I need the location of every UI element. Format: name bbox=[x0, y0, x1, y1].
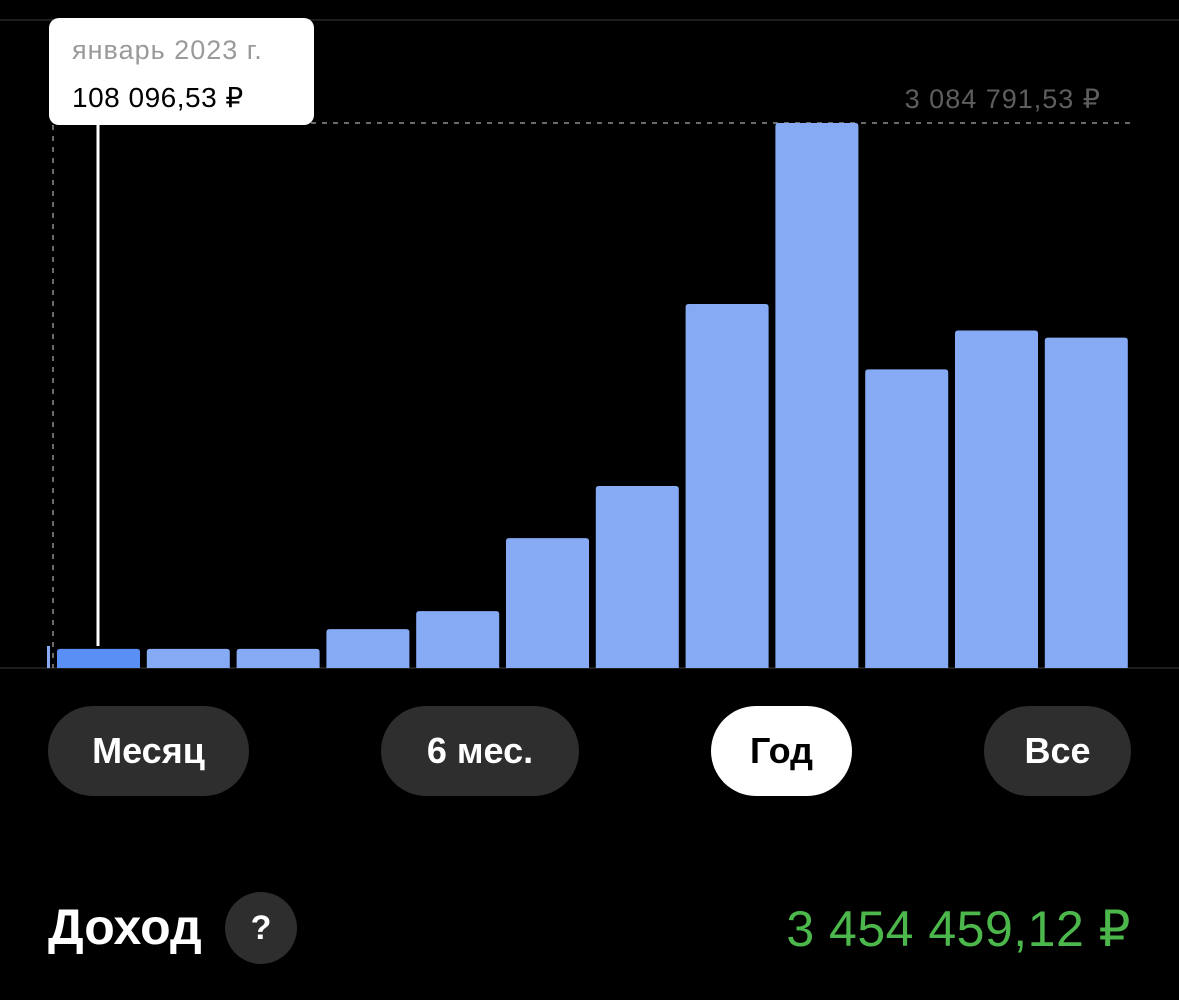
bar-chart[interactable]: 3 084 791,53 ₽ январь 2023 г. 108 096,53… bbox=[0, 0, 1179, 690]
tooltip-date: январь 2023 г. bbox=[72, 35, 263, 65]
period-month-button[interactable]: Месяц bbox=[48, 706, 249, 796]
bar-1 bbox=[146, 648, 230, 668]
chart-tooltip: январь 2023 г. 108 096,53 ₽ bbox=[49, 18, 314, 125]
bar-9 bbox=[865, 369, 949, 668]
bar-3 bbox=[326, 629, 410, 668]
bar-5 bbox=[506, 538, 589, 668]
bar-0 bbox=[57, 648, 140, 668]
period-year-button[interactable]: Год bbox=[711, 706, 852, 796]
bar-6 bbox=[595, 486, 679, 668]
income-chart-screen: 3 084 791,53 ₽ январь 2023 г. 108 096,53… bbox=[0, 0, 1179, 1000]
bar-4 bbox=[416, 611, 500, 668]
bar-partial-edge bbox=[47, 646, 50, 668]
period-all-button[interactable]: Все bbox=[984, 706, 1131, 796]
period-selector: Месяц 6 мес. Год Все bbox=[0, 706, 1179, 796]
bar-10 bbox=[955, 330, 1038, 668]
income-value: 3 454 459,12 ₽ bbox=[786, 901, 1131, 957]
bar-7 bbox=[685, 304, 769, 668]
bar-8 bbox=[775, 123, 859, 668]
income-summary: Доход ? 3 454 459,12 ₽ bbox=[0, 890, 1179, 970]
bar-2 bbox=[236, 648, 320, 668]
period-6-months-button[interactable]: 6 мес. bbox=[381, 706, 579, 796]
question-icon[interactable]: ? bbox=[225, 892, 297, 964]
max-value-label: 3 084 791,53 ₽ bbox=[904, 84, 1101, 114]
tooltip-value: 108 096,53 ₽ bbox=[72, 82, 244, 113]
bar-11 bbox=[1044, 337, 1128, 668]
income-label: Доход bbox=[48, 899, 202, 955]
